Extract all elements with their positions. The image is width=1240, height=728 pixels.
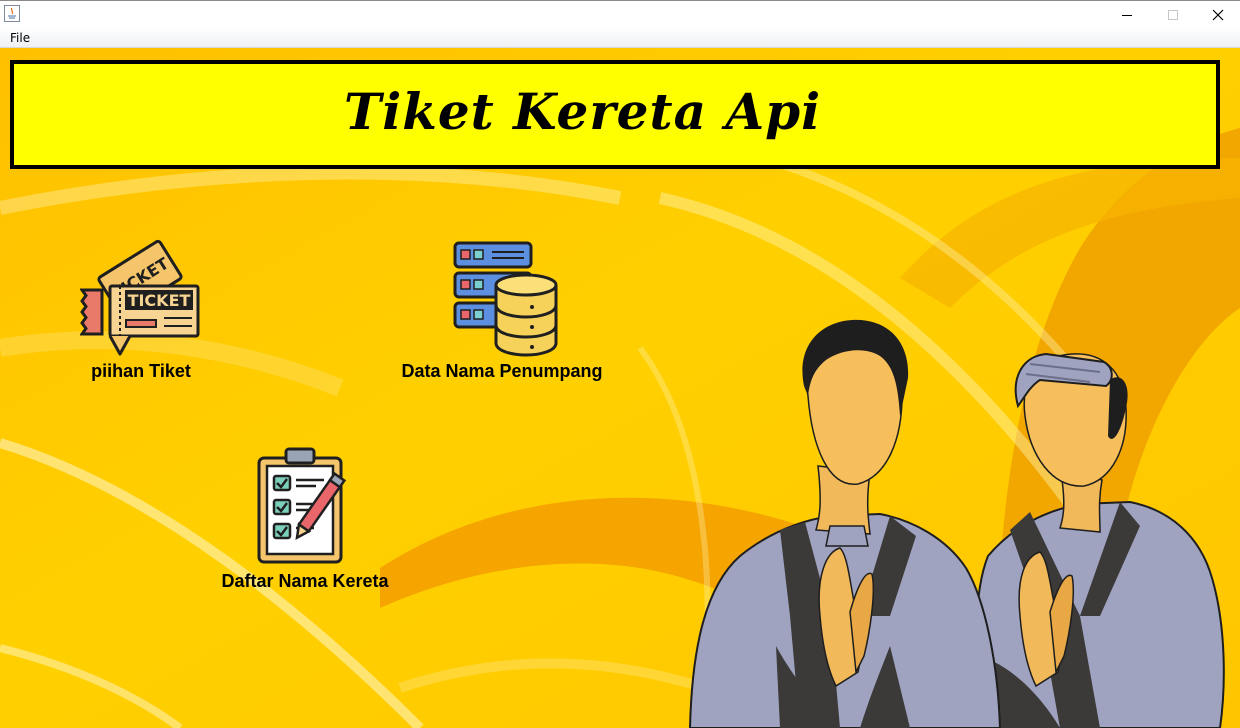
menubar: File xyxy=(0,28,1240,48)
maximize-icon xyxy=(1168,10,1178,20)
close-button[interactable] xyxy=(1195,1,1240,29)
train-list-label: Daftar Nama Kereta xyxy=(221,571,389,591)
ticket-selection-label: piihan Tiket xyxy=(91,361,191,381)
svg-text:TICKET: TICKET xyxy=(128,291,191,310)
header-banner: Tiket Kereta Api xyxy=(10,60,1220,169)
window-titlebar[interactable] xyxy=(0,0,1240,28)
passenger-data-label: Data Nama Penumpang xyxy=(401,361,603,381)
java-icon xyxy=(4,5,20,22)
database-server-icon xyxy=(453,241,558,357)
menu-file[interactable]: File xyxy=(4,28,36,48)
maximize-button[interactable] xyxy=(1150,1,1196,29)
minimize-button[interactable] xyxy=(1104,1,1150,29)
passenger-data-tile[interactable]: Data Nama Penumpang xyxy=(390,238,620,388)
ticket-icon: TICKET TICKET xyxy=(80,239,200,356)
two-people-greeting-illustration xyxy=(688,319,1225,728)
checklist-clipboard-icon xyxy=(257,447,347,564)
ticket-selection-tile[interactable]: TICKET TICKET piihan Tiket xyxy=(60,238,230,388)
main-panel: Tiket Kereta Api TICKET TICKET piihan Ti… xyxy=(0,48,1240,728)
minimize-icon xyxy=(1122,15,1132,16)
close-icon xyxy=(1212,9,1224,21)
page-title: Tiket Kereta Api xyxy=(344,82,822,141)
train-list-tile[interactable]: Daftar Nama Kereta xyxy=(210,446,400,596)
